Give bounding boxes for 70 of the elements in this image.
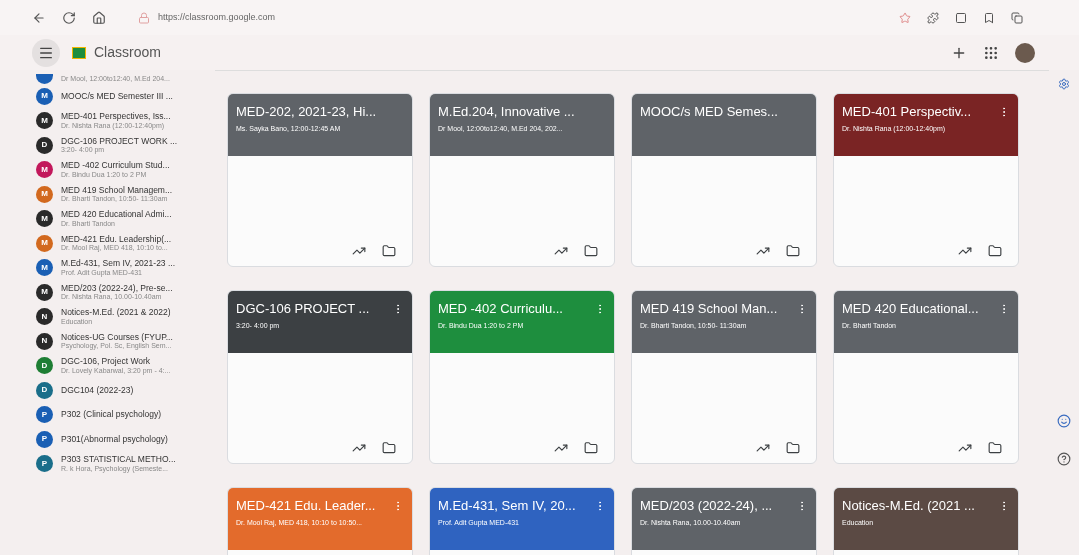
url-text[interactable]: https://classroom.google.com bbox=[158, 10, 276, 25]
class-title[interactable]: MED-202, 2021-23, Hi... bbox=[236, 102, 377, 122]
class-title[interactable]: M.Ed.204, Innovative ... bbox=[438, 102, 575, 122]
tabs-icon[interactable] bbox=[1011, 11, 1023, 24]
class-name[interactable]: MED/203 (2022-24), Pre-se... bbox=[61, 282, 173, 294]
class-name[interactable]: MED 419 School Managem... bbox=[61, 184, 173, 196]
class-avatar: P bbox=[36, 430, 53, 448]
class-name[interactable]: MED 420 Educational Admi... bbox=[61, 209, 172, 220]
class-name[interactable]: MED-421 Edu. Leadership(... bbox=[61, 233, 172, 245]
split-icon[interactable] bbox=[955, 11, 967, 24]
help-icon[interactable] bbox=[1057, 452, 1071, 466]
class-name[interactable]: DGC-106, Project Work bbox=[61, 356, 171, 367]
app-title[interactable]: Classroom bbox=[94, 42, 161, 63]
class-name[interactable]: Notices-UG Courses (FYUP... bbox=[61, 331, 173, 343]
class-title[interactable]: MED 420 Educational... bbox=[842, 299, 979, 319]
class-avatar: D bbox=[36, 136, 53, 154]
folder-icon[interactable] bbox=[988, 244, 1002, 258]
class-avatar: M bbox=[36, 185, 53, 203]
avatar-icon[interactable] bbox=[1015, 42, 1035, 63]
folder-icon[interactable] bbox=[786, 244, 800, 258]
class-avatar: M bbox=[36, 259, 53, 277]
lock-icon bbox=[138, 11, 150, 24]
class-name[interactable]: Notices-M.Ed. (2021 & 2022) bbox=[61, 307, 171, 318]
bookmark-icon[interactable] bbox=[983, 11, 995, 24]
class-name[interactable]: P302 (Clinical psychology) bbox=[61, 409, 162, 421]
class-avatar: N bbox=[36, 332, 53, 350]
class-avatar: D bbox=[36, 357, 53, 375]
folder-icon[interactable] bbox=[382, 244, 396, 258]
menu-button[interactable] bbox=[32, 38, 60, 67]
class-title[interactable]: MED -402 Curriculu... bbox=[438, 299, 563, 319]
folder-icon[interactable] bbox=[584, 441, 598, 455]
class-card[interactable]: MOOC/s MED Semes... bbox=[631, 93, 817, 267]
folder-icon[interactable] bbox=[786, 441, 800, 455]
reload-icon[interactable] bbox=[62, 10, 76, 25]
class-avatar: M bbox=[36, 87, 53, 105]
class-avatar: N bbox=[36, 308, 53, 326]
folder-icon[interactable] bbox=[584, 244, 598, 258]
class-name[interactable]: MOOC/s MED Semester III ... bbox=[61, 90, 173, 102]
folder-icon[interactable] bbox=[382, 441, 396, 455]
classroom-logo-icon bbox=[72, 46, 86, 59]
class-name[interactable]: P301(Abnormal psychology) bbox=[61, 433, 168, 445]
star-icon[interactable] bbox=[899, 11, 911, 24]
class-avatar: M bbox=[36, 210, 53, 228]
class-name[interactable]: M.Ed-431, Sem IV, 2021-23 ... bbox=[61, 258, 176, 269]
class-title[interactable]: M.Ed-431, Sem IV, 20... bbox=[438, 496, 576, 516]
extension-icon[interactable] bbox=[927, 11, 939, 24]
apps-icon[interactable] bbox=[983, 44, 999, 61]
class-avatar: M bbox=[36, 112, 53, 130]
feedback-icon[interactable] bbox=[1057, 414, 1071, 428]
folder-icon[interactable] bbox=[988, 441, 1002, 455]
class-name[interactable]: MED-401 Perspectives, Iss... bbox=[61, 111, 171, 122]
back-icon[interactable] bbox=[32, 10, 46, 25]
class-avatar: M bbox=[36, 283, 53, 301]
class-avatar: P bbox=[36, 455, 53, 473]
home-icon[interactable] bbox=[92, 10, 106, 25]
class-avatar: M bbox=[36, 234, 53, 252]
class-title[interactable]: MED-401 Perspectiv... bbox=[842, 102, 972, 122]
class-avatar: M bbox=[36, 161, 53, 179]
class-name[interactable]: DGC-106 PROJECT WORK ... bbox=[61, 135, 178, 147]
class-title[interactable]: DGC-106 PROJECT ... bbox=[236, 299, 370, 319]
class-name[interactable]: MED -402 Curriculum Stud... bbox=[61, 160, 170, 171]
settings-icon[interactable] bbox=[1058, 78, 1070, 90]
class-name[interactable]: DGC104 (2022-23) bbox=[61, 384, 134, 396]
class-avatar: D bbox=[36, 381, 53, 399]
class-title[interactable]: Notices-M.Ed. (2021 ... bbox=[842, 496, 975, 516]
class-title[interactable]: MOOC/s MED Semes... bbox=[640, 102, 778, 122]
class-name[interactable]: P303 STATISTICAL METHO... bbox=[61, 454, 176, 465]
class-avatar: P bbox=[36, 406, 53, 424]
class-title[interactable]: MED/203 (2022-24), ... bbox=[640, 496, 773, 516]
class-title[interactable]: MED 419 School Man... bbox=[640, 299, 778, 319]
